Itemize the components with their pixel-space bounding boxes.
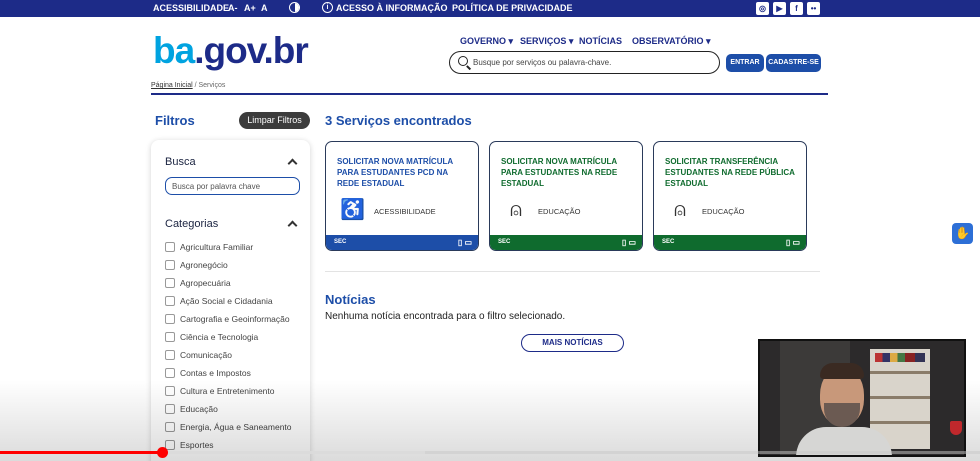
nav-governo[interactable]: GOVERNO ▾ [460, 36, 513, 47]
filters-title: Filtros [155, 113, 195, 128]
news-empty-message: Nenhuma notícia encontrada para o filtro… [325, 311, 566, 322]
checkbox[interactable] [165, 296, 175, 306]
checkbox[interactable] [165, 314, 175, 324]
person-hair [820, 363, 864, 379]
filters-panel: Busca Categorias Agricultura Familiar Ag… [151, 140, 310, 461]
busca-heading: Busca [165, 156, 196, 168]
service-card-org: SEC [334, 239, 347, 245]
more-news-button[interactable]: MAIS NOTÍCIAS [521, 334, 624, 352]
checkbox[interactable] [165, 386, 175, 396]
checkbox[interactable] [165, 278, 175, 288]
books [875, 353, 925, 362]
info-icon: i [322, 2, 333, 13]
nav-servicos[interactable]: SERVIÇOS ▾ [520, 36, 573, 47]
checkbox[interactable] [165, 332, 175, 342]
service-card-org: SEC [662, 239, 675, 245]
register-button[interactable]: CADASTRE-SE [766, 54, 821, 72]
keyword-search-input[interactable] [165, 177, 300, 195]
wheelchair-icon: ♿ [340, 199, 365, 221]
contrast-icon[interactable] [289, 2, 300, 13]
service-card[interactable]: SOLICITAR TRANSFERÊNCIA ESTUDANTES NA RE… [653, 141, 807, 251]
top-bar: ACESSIBILIDADE A- A+ A i ACESSO À INFORM… [0, 0, 980, 17]
instagram-icon[interactable]: ◎ [756, 2, 769, 15]
chevron-up-icon[interactable] [287, 158, 298, 169]
service-card-category: ACESSIBILIDADE [374, 207, 436, 216]
clear-filters-button[interactable]: Limpar Filtros [239, 112, 310, 129]
chevron-down-icon: ▾ [568, 36, 574, 46]
checkbox[interactable] [165, 404, 175, 414]
site-logo[interactable]: ba.gov.br [153, 30, 309, 72]
accessibility-link[interactable]: ACESSIBILIDADE [153, 3, 229, 13]
results-count-title: 3 Serviços encontrados [325, 113, 472, 128]
chevron-down-icon: ▾ [706, 36, 711, 46]
chevron-up-icon[interactable] [287, 220, 298, 231]
nav-observatorio[interactable]: OBSERVATÓRIO ▾ [632, 36, 711, 47]
font-decrease-button[interactable]: A- [228, 3, 238, 13]
student-icon: ⍝ [674, 199, 686, 221]
channel-badge-icon [950, 421, 962, 435]
breadcrumb-home[interactable]: Página Inicial [151, 82, 193, 89]
service-card-category: EDUCAÇÃO [538, 207, 581, 216]
nav-noticias[interactable]: NOTÍCIAS [579, 36, 622, 46]
checkbox[interactable] [165, 242, 175, 252]
service-card-footer: SEC ▯ ▭ [654, 235, 806, 250]
checkbox[interactable] [165, 350, 175, 360]
font-reset-button[interactable]: A [261, 3, 268, 13]
service-card[interactable]: SOLICITAR NOVA MATRÍCULA PARA ESTUDANTES… [325, 141, 479, 251]
search-input[interactable] [473, 55, 713, 69]
video-scrubber-handle[interactable] [156, 447, 168, 458]
news-title: Notícias [325, 292, 376, 307]
checkbox[interactable] [165, 260, 175, 270]
section-divider [325, 271, 820, 272]
service-card-title: SOLICITAR NOVA MATRÍCULA PARA ESTUDANTES… [501, 157, 618, 188]
service-card-category: EDUCAÇÃO [702, 207, 745, 216]
privacy-policy-link[interactable]: POLÍTICA DE PRIVACIDADE [452, 3, 573, 13]
header-divider [151, 93, 828, 95]
devices-icon: ▯ ▭ [621, 238, 636, 247]
breadcrumb: Página Inicial / Serviços [151, 82, 225, 89]
sign-language-icon[interactable]: ✋ [952, 223, 973, 244]
service-card-footer: SEC ▯ ▭ [490, 235, 642, 250]
login-button[interactable]: ENTRAR [726, 54, 764, 72]
service-card-title: SOLICITAR TRANSFERÊNCIA ESTUDANTES NA RE… [665, 157, 795, 188]
video-progress-bar[interactable] [0, 451, 162, 454]
breadcrumb-current: Serviços [198, 82, 226, 89]
flickr-icon[interactable]: •• [807, 2, 820, 15]
access-info-link[interactable]: ACESSO À INFORMAÇÃO [336, 3, 448, 13]
search-icon [458, 56, 468, 66]
youtube-icon[interactable]: ▶ [773, 2, 786, 15]
facebook-icon[interactable]: f [790, 2, 803, 15]
service-card-footer: SEC ▯ ▭ [326, 235, 478, 250]
breadcrumb-separator: / [194, 82, 197, 89]
devices-icon: ▯ ▭ [457, 238, 472, 247]
checkbox[interactable] [165, 422, 175, 432]
service-card[interactable]: SOLICITAR NOVA MATRÍCULA PARA ESTUDANTES… [489, 141, 643, 251]
chevron-down-icon: ▾ [508, 36, 514, 46]
service-card-title: SOLICITAR NOVA MATRÍCULA PARA ESTUDANTES… [337, 157, 453, 188]
checkbox[interactable] [165, 368, 175, 378]
webcam-overlay [758, 339, 966, 457]
font-increase-button[interactable]: A+ [244, 3, 256, 13]
service-card-org: SEC [498, 239, 511, 245]
student-icon: ⍝ [510, 199, 522, 221]
search-box[interactable] [449, 51, 720, 74]
devices-icon: ▯ ▭ [785, 238, 800, 247]
categorias-heading: Categorias [165, 218, 219, 230]
